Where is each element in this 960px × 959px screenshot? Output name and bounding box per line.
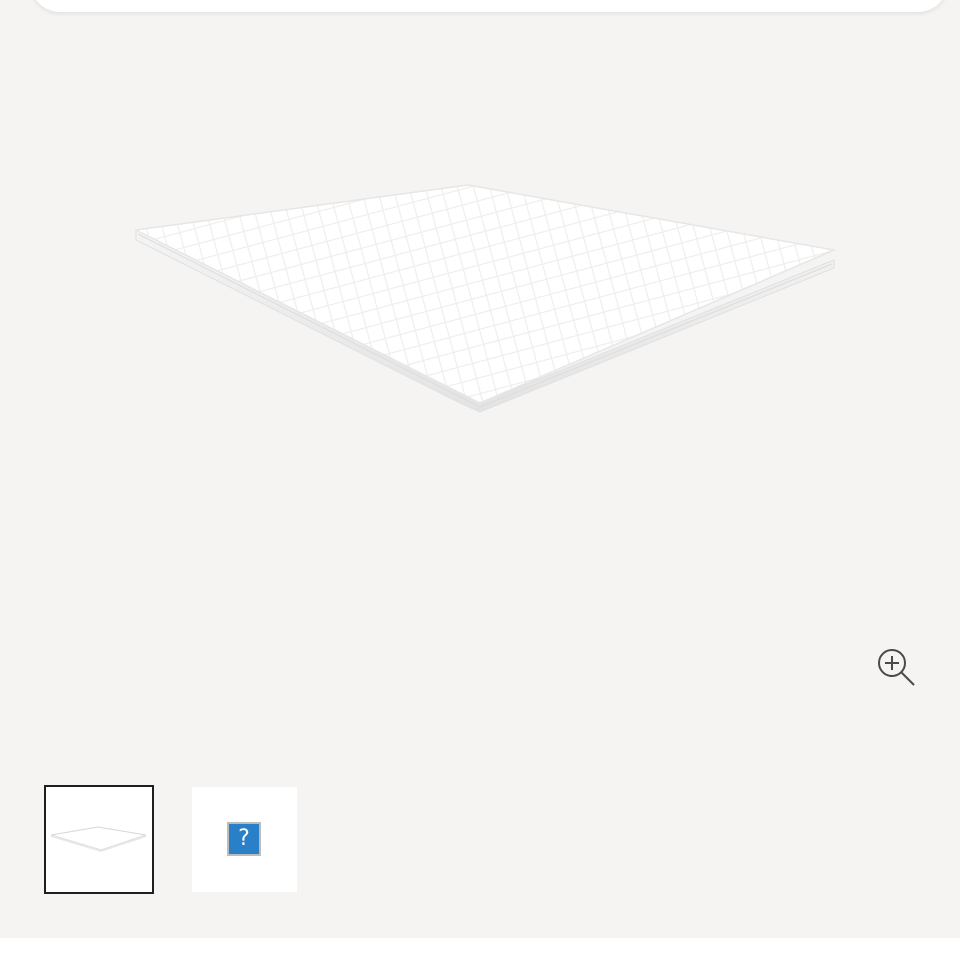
broken-image-icon: ? <box>227 822 261 856</box>
mattress-topper-image <box>133 184 837 413</box>
thumbnail-broken[interactable]: ? <box>192 787 297 892</box>
mattress-topper-thumbnail <box>50 826 147 852</box>
thumbnail-selected[interactable] <box>44 785 154 894</box>
zoom-in-icon <box>878 649 915 686</box>
zoom-in-button[interactable] <box>872 643 920 691</box>
top-card-edge <box>30 0 948 12</box>
product-image-gallery: ? <box>0 0 960 938</box>
main-product-image[interactable] <box>120 160 850 420</box>
